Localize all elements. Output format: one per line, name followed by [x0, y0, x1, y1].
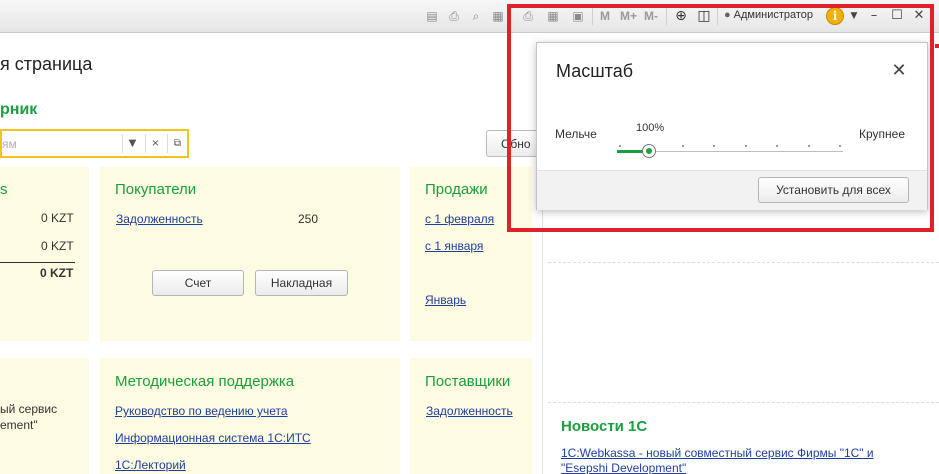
search-open-icon[interactable]: ⧉: [167, 134, 187, 153]
support-title: Методическая поддержка: [115, 373, 295, 390]
waybill-button[interactable]: Накладная: [255, 270, 348, 296]
print-icon[interactable]: ⎙: [446, 8, 462, 24]
left-value-2: 0 KZT: [41, 239, 74, 253]
news-title: Новости 1С: [561, 418, 648, 435]
left-value-total: 0 KZT: [40, 266, 74, 280]
sales-link-feb[interactable]: с 1 февраля: [425, 212, 494, 226]
panel-left-title-fragment: s: [0, 181, 8, 198]
search-dropdown-icon[interactable]: ▼: [122, 134, 142, 153]
left-value-1: 0 KZT: [41, 211, 74, 225]
suppliers-debt-link[interactable]: Задолженность: [426, 404, 513, 418]
support-link-guide[interactable]: Руководство по ведению учета: [115, 404, 288, 418]
divider-line: [548, 262, 939, 263]
sales-link-jan[interactable]: с 1 января: [425, 239, 483, 253]
total-divider: [0, 262, 75, 263]
news-link[interactable]: 1С:Webkassa - новый совместный сервис Фи…: [561, 446, 921, 474]
panel-left-top: s 0 KZT 0 KZT 0 KZT: [0, 167, 89, 341]
panel-left-bottom: ый сервис ement": [0, 358, 89, 474]
left-lower-text-1: ый сервис: [0, 402, 58, 416]
sales-link-january[interactable]: Январь: [425, 293, 466, 307]
divider-line: [548, 402, 939, 403]
page-title: я страница: [0, 54, 93, 74]
sales-title: Продажи: [425, 181, 488, 198]
panel-suppliers: Поставщики Задолженность: [410, 358, 532, 474]
buyers-debt-link[interactable]: Задолженность: [116, 212, 203, 226]
save-icon[interactable]: ▤: [424, 8, 440, 24]
search-input[interactable]: [2, 133, 120, 154]
support-link-lectorium[interactable]: 1С:Лекторий: [115, 458, 186, 472]
attach-icon[interactable]: ▦: [490, 8, 506, 24]
panel-buyers: Покупатели Задолженность 250 Счет Наклад…: [100, 167, 400, 341]
highlight-frame: [507, 4, 934, 232]
buyers-debt-value: 250: [298, 212, 319, 226]
search-field: ▼ × ⧉: [0, 129, 189, 158]
preview-icon[interactable]: ⌕: [468, 8, 484, 24]
section-title: рник: [0, 101, 38, 118]
suppliers-title: Поставщики: [425, 373, 511, 390]
search-clear-icon[interactable]: ×: [145, 134, 165, 153]
buyers-title: Покупатели: [115, 181, 197, 198]
edge-mark: [935, 44, 939, 48]
invoice-button[interactable]: Счет: [152, 270, 244, 296]
left-lower-text-2: ement": [0, 418, 38, 432]
support-link-its[interactable]: Информационная система 1С:ИТС: [115, 431, 311, 445]
panel-support: Методическая поддержка Руководство по ве…: [100, 358, 400, 474]
